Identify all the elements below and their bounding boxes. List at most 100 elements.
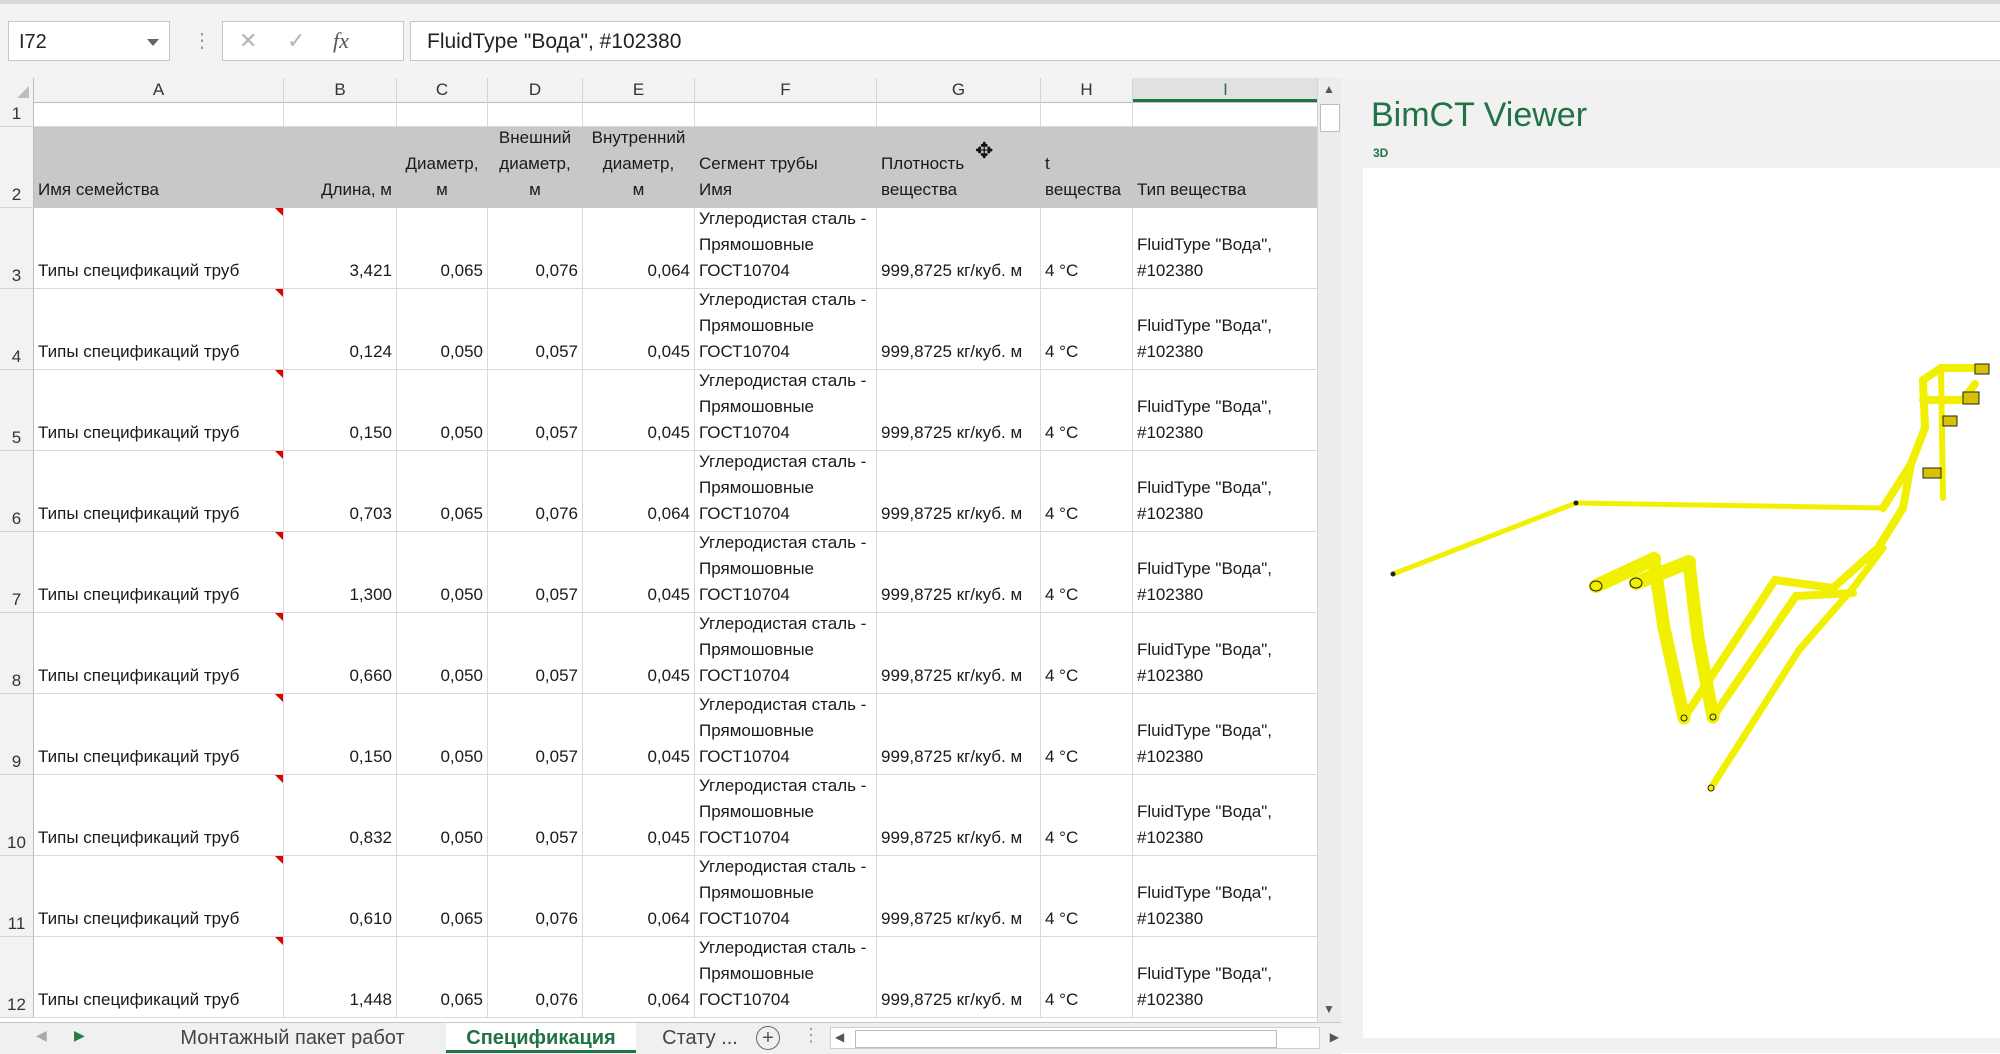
formula-value[interactable]: FluidType "Вода", #102380 [427,30,681,54]
comment-indicator-icon[interactable] [275,208,283,216]
cell[interactable]: 0,065 [397,451,488,532]
cell[interactable]: 0,050 [397,289,488,370]
cell[interactable]: 0,057 [488,532,583,613]
cell[interactable]: FluidType "Вода", #102380 [1133,370,1317,451]
cell[interactable] [695,102,877,127]
comment-indicator-icon[interactable] [275,532,283,540]
cell[interactable]: Углеродистая сталь - Прямошовные ГОСТ107… [695,289,877,370]
cell[interactable]: 0,045 [583,370,695,451]
cell[interactable]: 999,8725 кг/куб. м [877,937,1041,1018]
cell[interactable]: 0,057 [488,289,583,370]
cell[interactable]: Углеродистая сталь - Прямошовные ГОСТ107… [695,694,877,775]
cell[interactable]: 999,8725 кг/куб. м [877,613,1041,694]
cell[interactable]: 0,064 [583,208,695,289]
cell[interactable]: 0,610 [284,856,397,937]
column-header-d[interactable]: D [488,78,583,102]
cell[interactable]: FluidType "Вода", #102380 [1133,289,1317,370]
cell[interactable]: 0,065 [397,937,488,1018]
cell[interactable]: Типы спецификаций труб [34,694,284,775]
cell[interactable]: 0,065 [397,856,488,937]
cell[interactable]: 0,064 [583,451,695,532]
cell[interactable]: Типы спецификаций труб [34,289,284,370]
cell[interactable]: 4 °C [1041,451,1133,532]
cell[interactable] [488,102,583,127]
row-header[interactable]: 11 [0,856,34,937]
cell[interactable]: Плотность вещества [877,127,1041,208]
tab-splitter-icon[interactable]: ⋮ [802,1025,820,1046]
cell[interactable]: FluidType "Вода", #102380 [1133,775,1317,856]
name-box[interactable]: I72 [8,21,170,61]
pipe-segment[interactable] [1647,554,1691,725]
cell[interactable]: 999,8725 кг/куб. м [877,694,1041,775]
cell[interactable]: 0,045 [583,775,695,856]
cell[interactable]: Типы спецификаций труб [34,208,284,289]
horizontal-scrollbar[interactable]: ◀ ▶ [830,1027,1339,1049]
comment-indicator-icon[interactable] [275,451,283,459]
cell[interactable]: FluidType "Вода", #102380 [1133,451,1317,532]
cell[interactable]: 999,8725 кг/куб. м [877,451,1041,532]
cell[interactable]: 0,050 [397,370,488,451]
next-sheet-icon[interactable]: ▶ [74,1027,85,1044]
cell[interactable]: Типы спецификаций труб [34,451,284,532]
cell[interactable]: 0,124 [284,289,397,370]
viewer-3d-canvas[interactable] [1363,168,2000,1038]
row-header[interactable]: 4 [0,289,34,370]
cell[interactable] [1133,102,1317,127]
column-header-c[interactable]: C [397,78,488,102]
cell[interactable]: 4 °C [1041,532,1133,613]
formula-bar-grip-icon[interactable]: ⋮ [192,28,212,53]
column-header-i[interactable]: I [1133,78,1317,102]
cell[interactable]: 4 °C [1041,370,1133,451]
cell[interactable]: Углеродистая сталь - Прямошовные ГОСТ107… [695,208,877,289]
formula-input[interactable]: FluidType "Вода", #102380 [410,21,2000,61]
cell[interactable]: 999,8725 кг/куб. м [877,775,1041,856]
row-header[interactable]: 8 [0,613,34,694]
cell[interactable]: Типы спецификаций труб [34,775,284,856]
cell[interactable]: 999,8725 кг/куб. м [877,532,1041,613]
cell[interactable]: 0,057 [488,370,583,451]
row-header[interactable]: 3 [0,208,34,289]
enter-icon[interactable]: ✓ [287,28,305,54]
cell[interactable]: Углеродистая сталь - Прямошовные ГОСТ107… [695,775,877,856]
comment-indicator-icon[interactable] [275,775,283,783]
cell[interactable]: 0,076 [488,856,583,937]
column-header-e[interactable]: E [583,78,695,102]
cell[interactable]: 4 °C [1041,613,1133,694]
row-header[interactable]: 2 [0,127,34,208]
cell[interactable]: Типы спецификаций труб [34,613,284,694]
cell[interactable]: 4 °C [1041,694,1133,775]
cell[interactable]: 0,050 [397,613,488,694]
row-header[interactable]: 9 [0,694,34,775]
cancel-icon[interactable]: ✕ [239,28,257,54]
cell[interactable]: Внешний диаметр, м [488,127,583,208]
cell[interactable]: 0,050 [397,532,488,613]
cell[interactable]: Сегмент трубы Имя [695,127,877,208]
comment-indicator-icon[interactable] [275,613,283,621]
cell[interactable]: 4 °C [1041,856,1133,937]
cell[interactable]: 999,8725 кг/куб. м [877,856,1041,937]
scroll-right-icon[interactable]: ▶ [1330,1030,1339,1044]
cell[interactable]: 0,057 [488,613,583,694]
cell[interactable]: 0,057 [488,694,583,775]
cell[interactable]: 0,045 [583,532,695,613]
name-box-value[interactable]: I72 [19,31,47,54]
cell[interactable] [397,102,488,127]
cell[interactable]: 0,150 [284,694,397,775]
cell[interactable]: FluidType "Вода", #102380 [1133,532,1317,613]
insert-function-icon[interactable]: fx [333,28,349,54]
cell[interactable]: Типы спецификаций труб [34,370,284,451]
cell[interactable]: Углеродистая сталь - Прямошовные ГОСТ107… [695,937,877,1018]
cell[interactable] [583,102,695,127]
row-header[interactable]: 1 [0,102,34,127]
chevron-down-icon[interactable] [147,39,159,46]
row-header[interactable]: 10 [0,775,34,856]
vertical-scrollbar[interactable]: ▲ ▼ [1317,78,1341,1022]
column-header-g[interactable]: G [877,78,1041,102]
cell[interactable]: FluidType "Вода", #102380 [1133,694,1317,775]
comment-indicator-icon[interactable] [275,937,283,945]
cell[interactable]: 1,300 [284,532,397,613]
cell[interactable]: Углеродистая сталь - Прямошовные ГОСТ107… [695,532,877,613]
cell[interactable]: 4 °C [1041,775,1133,856]
cell[interactable]: Диаметр, м [397,127,488,208]
cell[interactable]: 0,660 [284,613,397,694]
